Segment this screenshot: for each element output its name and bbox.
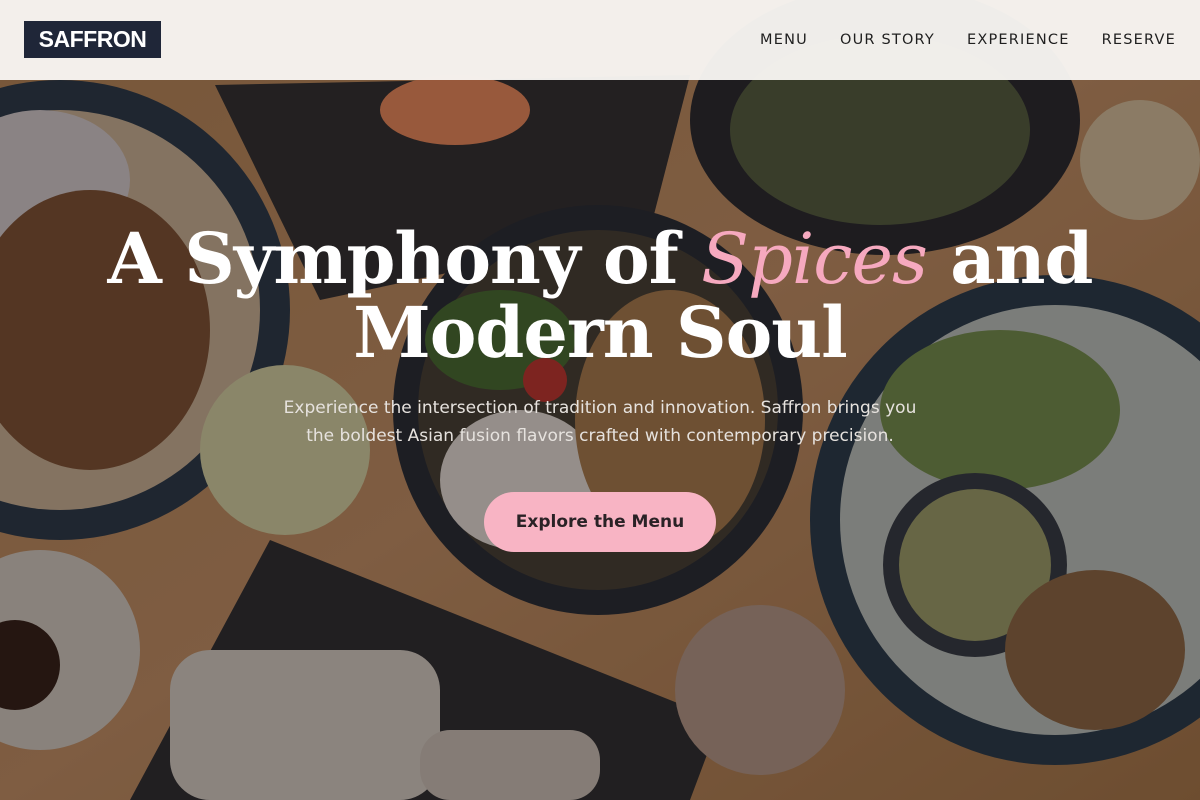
nav-link-experience[interactable]: EXPERIENCE bbox=[967, 32, 1070, 48]
nav-link-menu[interactable]: MENU bbox=[760, 32, 808, 48]
main-nav: MENU OUR STORY EXPERIENCE RESERVE bbox=[728, 0, 1176, 80]
site-header: SAFFRON MENU OUR STORY EXPERIENCE RESERV… bbox=[0, 0, 1200, 80]
hero-subtitle: Experience the intersection of tradition… bbox=[283, 398, 917, 446]
headline-line-2: Modern Soul bbox=[353, 291, 848, 374]
nav-link-our-story[interactable]: OUR STORY bbox=[840, 32, 935, 48]
hero-section: A Symphony of Spices and Modern Soul Exp… bbox=[0, 222, 1200, 552]
brand-logo[interactable]: SAFFRON bbox=[24, 21, 161, 58]
hero-headline: A Symphony of Spices and Modern Soul bbox=[0, 222, 1200, 370]
headline-part-1: A Symphony of bbox=[107, 217, 702, 300]
explore-menu-button[interactable]: Explore the Menu bbox=[484, 492, 716, 552]
nav-link-reserve[interactable]: RESERVE bbox=[1102, 32, 1176, 48]
headline-part-2: and bbox=[926, 217, 1093, 300]
headline-accent-word: Spices bbox=[701, 218, 928, 300]
